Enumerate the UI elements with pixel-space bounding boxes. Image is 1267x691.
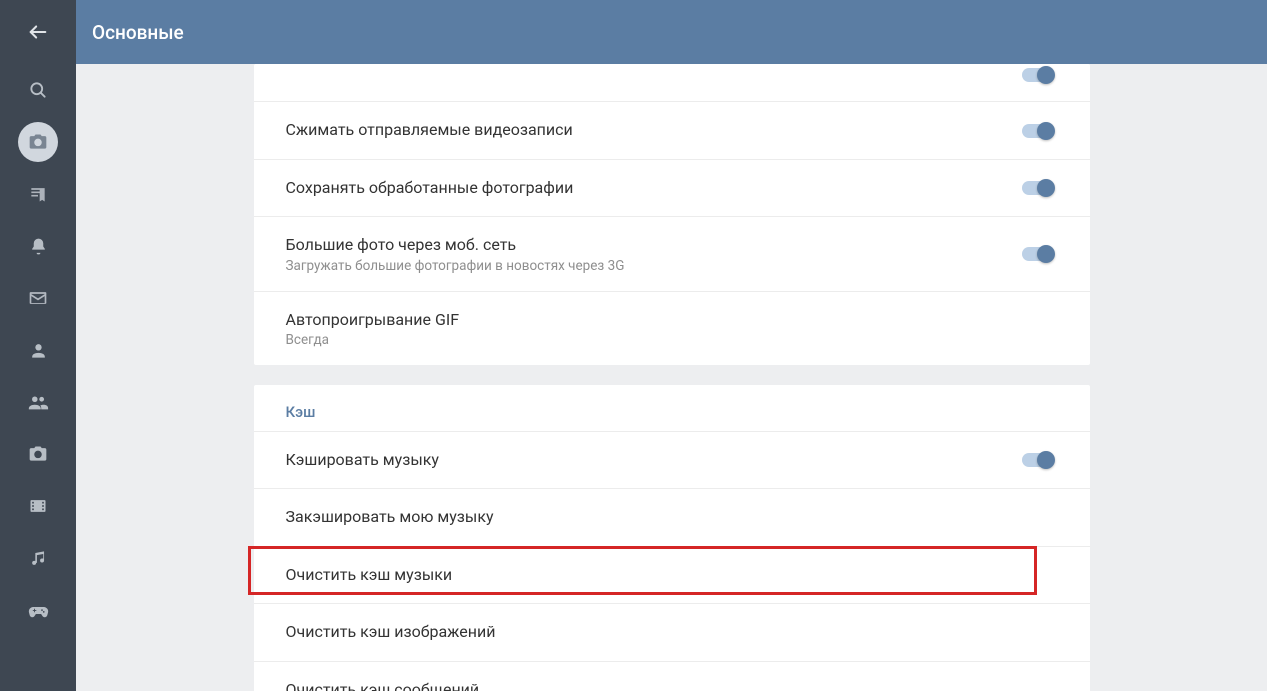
row-title: Сжимать отправляемые видеозаписи: [286, 119, 573, 141]
feed-icon[interactable]: [0, 168, 76, 220]
row-title: Большие фото через моб. сеть: [286, 234, 625, 256]
toggle[interactable]: [1022, 65, 1058, 85]
row-title: Закэшировать мою музыку: [286, 506, 494, 528]
person-icon[interactable]: [0, 324, 76, 376]
header: Основные: [76, 0, 1267, 64]
row-big-photos-mobile[interactable]: Большие фото через моб. сеть Загружать б…: [254, 216, 1090, 290]
toggle-save-photos[interactable]: [1022, 178, 1058, 198]
row-title: Автопроигрывание GIF: [286, 309, 460, 331]
row-title: Очистить кэш сообщений: [286, 679, 480, 691]
row-clear-music-cache[interactable]: Очистить кэш музыки: [254, 546, 1090, 603]
row-partial-top[interactable]: [254, 64, 1090, 101]
section-header-cache: Кэш: [254, 385, 1090, 431]
row-cache-my-music[interactable]: Закэшировать мою музыку: [254, 488, 1090, 545]
back-button[interactable]: [0, 0, 76, 64]
people-icon[interactable]: [0, 376, 76, 428]
row-title: Очистить кэш изображений: [286, 621, 496, 643]
search-icon[interactable]: [0, 64, 76, 116]
row-sub: Загружать большие фотографии в новостях …: [286, 258, 625, 274]
toggle-big-photos[interactable]: [1022, 244, 1058, 264]
bell-icon[interactable]: [0, 220, 76, 272]
row-title: Сохранять обработанные фотографии: [286, 177, 574, 199]
sidebar: [0, 0, 76, 691]
row-sub: Всегда: [286, 332, 460, 348]
section-cache: Кэш Кэшировать музыку Закэшировать мою м…: [254, 385, 1090, 691]
games-icon[interactable]: [0, 584, 76, 636]
row-title: Очистить кэш музыки: [286, 564, 453, 586]
row-compress-video[interactable]: Сжимать отправляемые видеозаписи: [254, 101, 1090, 158]
toggle-cache-music[interactable]: [1022, 450, 1058, 470]
video-icon[interactable]: [0, 480, 76, 532]
music-icon[interactable]: [0, 532, 76, 584]
photo-icon[interactable]: [0, 428, 76, 480]
row-title: Кэшировать музыку: [286, 449, 439, 471]
row-save-photos[interactable]: Сохранять обработанные фотографии: [254, 159, 1090, 216]
section-media: Сжимать отправляемые видеозаписи Сохраня…: [254, 64, 1090, 365]
content: Сжимать отправляемые видеозаписи Сохраня…: [76, 64, 1267, 691]
toggle-compress-video[interactable]: [1022, 121, 1058, 141]
camera-icon[interactable]: [0, 116, 76, 168]
main: Основные Сжимать отправляемые видеозапис…: [76, 0, 1267, 691]
row-gif-autoplay[interactable]: Автопроигрывание GIF Всегда: [254, 291, 1090, 365]
page-title: Основные: [92, 21, 184, 44]
row-clear-message-cache[interactable]: Очистить кэш сообщений: [254, 661, 1090, 691]
row-cache-music[interactable]: Кэшировать музыку: [254, 431, 1090, 488]
mail-icon[interactable]: [0, 272, 76, 324]
row-clear-image-cache[interactable]: Очистить кэш изображений: [254, 603, 1090, 660]
